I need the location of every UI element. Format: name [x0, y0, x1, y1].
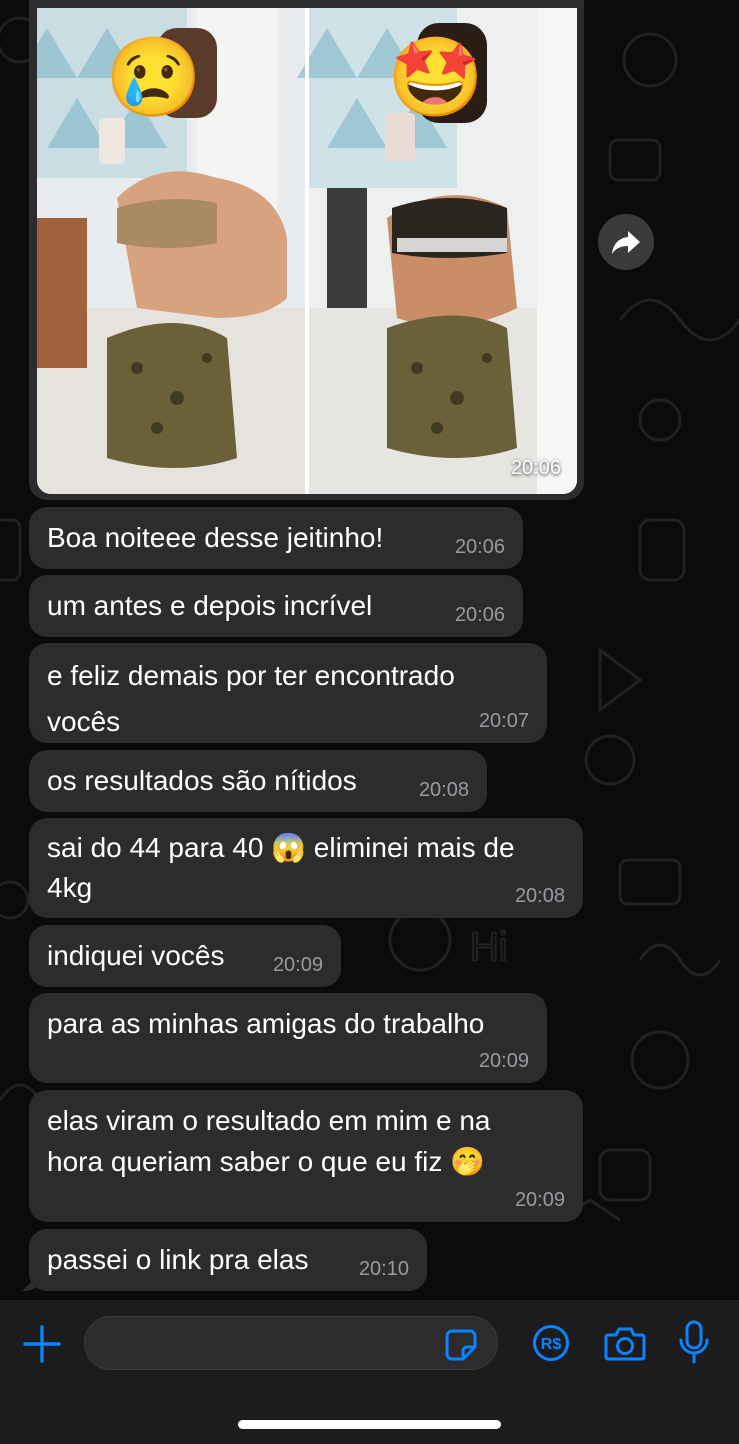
composer-bar: R$	[0, 1300, 739, 1444]
payment-button[interactable]: R$	[532, 1324, 570, 1362]
before-after-photo[interactable]: 😢 🤩 20:06	[37, 8, 577, 494]
svg-text:R$: R$	[541, 1336, 562, 1353]
message-time: 20:08	[514, 885, 565, 907]
message-bubble[interactable]: um antes e depois incrível 20:06	[29, 575, 523, 637]
message-text: os resultados são nítidos	[47, 765, 357, 796]
message-input[interactable]	[84, 1316, 498, 1370]
message-text: elas viram o resultado em mim e na hora …	[47, 1105, 491, 1177]
message-time: 20:10	[358, 1258, 409, 1280]
message-time: 20:09	[272, 954, 323, 976]
forward-button[interactable]	[598, 214, 654, 270]
crying-emoji: 😢	[105, 33, 203, 121]
svg-text:Hi: Hi	[470, 925, 508, 969]
camera-icon	[604, 1327, 646, 1361]
photo-message[interactable]: 😢 🤩 20:06	[29, 0, 584, 500]
message-bubble[interactable]: sai do 44 para 40 😱 eliminei mais de 4kg…	[29, 818, 583, 918]
message-text: sai do 44 para 40 😱 eliminei mais de 4kg	[47, 832, 515, 903]
message-bubble[interactable]: indiquei vocês 20:09	[29, 925, 341, 987]
message-time: 20:09	[478, 1050, 529, 1072]
microphone-icon	[679, 1320, 709, 1364]
message-text: um antes e depois incrível	[47, 590, 373, 621]
message-bubble[interactable]: os resultados são nítidos 20:08	[29, 750, 487, 812]
message-time: 20:07	[478, 710, 529, 732]
message-bubble[interactable]: e feliz demais por ter encontrado vocês …	[29, 643, 547, 743]
chat-background: Hi 😢 🤩 20:06 Boa noiteee desse jeitinho!…	[0, 0, 739, 1300]
message-text: passei o link pra elas	[47, 1244, 309, 1275]
message-text: Boa noiteee desse jeitinho!	[47, 522, 384, 553]
camera-button[interactable]	[604, 1325, 646, 1363]
pix-icon: R$	[533, 1325, 569, 1361]
photo-timestamp: 20:06	[510, 457, 561, 479]
message-bubble[interactable]: elas viram o resultado em mim e na hora …	[29, 1090, 583, 1222]
message-text: para as minhas amigas do trabalho	[47, 1008, 485, 1039]
message-time: 20:08	[418, 779, 469, 801]
sticker-icon	[445, 1329, 477, 1361]
microphone-button[interactable]	[678, 1320, 710, 1366]
star-struck-emoji: 🤩	[387, 33, 485, 121]
home-indicator	[238, 1420, 501, 1429]
plus-icon	[23, 1325, 61, 1363]
forward-icon	[612, 231, 640, 254]
message-time: 20:06	[454, 604, 505, 626]
attach-button[interactable]	[22, 1324, 62, 1364]
message-time: 20:06	[454, 536, 505, 558]
sticker-button[interactable]	[444, 1328, 478, 1362]
message-time: 20:09	[514, 1189, 565, 1211]
message-bubble[interactable]: Boa noiteee desse jeitinho! 20:06	[29, 507, 523, 569]
message-bubble[interactable]: para as minhas amigas do trabalho 20:09	[29, 993, 547, 1083]
message-bubble[interactable]: passei o link pra elas 20:10	[29, 1229, 427, 1291]
message-text: e feliz demais por ter encontrado vocês	[47, 660, 455, 737]
